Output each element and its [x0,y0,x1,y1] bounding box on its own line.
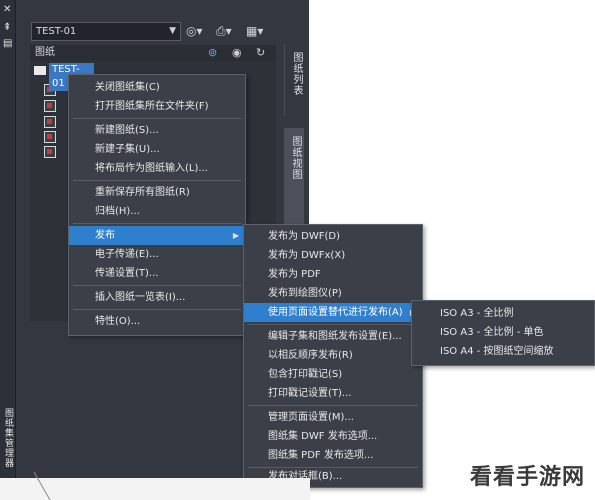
menu-item-publish-dwfx[interactable]: 发布为 DWFx(X) [244,246,422,265]
menu-item-plot-stamp-settings[interactable]: 打印戳记设置(T)... [244,384,422,403]
eye-icon[interactable]: ◉ [232,45,242,61]
menu-item-new-subset[interactable]: 新建子集(U)... [69,140,245,159]
menu-item-publish-override-label: 使用页面设置替代进行发布(A) [268,307,403,318]
tab-sheet-list[interactable]: 图纸列表 [284,44,304,116]
sheet-icon [44,131,56,143]
menu-item-archive[interactable]: 归档(H)... [69,202,245,221]
sheet-set-dropdown[interactable]: TEST-01 ▼ [31,22,181,41]
menu-item-iso-a3-full-mono[interactable]: ISO A3 - 全比例 - 单色 [412,323,594,342]
sheet-icon [44,146,56,158]
menu-item-close-sheet-set[interactable]: 关闭图纸集(C) [69,78,245,97]
submenu-arrow-icon: ▶ [232,231,239,240]
context-menu: 关闭图纸集(C) 打开图纸集所在文件夹(F) 新建图纸(S)... 新建子集(U… [68,74,246,336]
menu-item-insert-sheet-list[interactable]: 插入图纸一览表(I)... [69,288,245,307]
collapse-icon[interactable]: ⊚ [208,45,217,61]
palette-title: 图纸集管理器 [3,408,13,468]
sheets-header-label: 图纸 [35,47,55,58]
plot-icon[interactable]: ⎙▾ [216,22,232,40]
menu-item-publish-pdf[interactable]: 发布为 PDF [244,265,422,284]
menu-separator [248,324,418,325]
sheet-set-icon [34,66,46,75]
publish-icon[interactable]: ◎▾ [186,22,203,40]
watermark-text: 看看手游网 [470,465,586,490]
page-setup-override-submenu: ISO A3 - 全比例 ISO A3 - 全比例 - 单色 ISO A4 - … [411,300,595,366]
menu-item-iso-a4-scaled[interactable]: ISO A4 - 按图纸空间缩放 [412,342,594,361]
properties-icon[interactable]: ▤ [3,38,12,49]
sheet-icon [44,116,56,128]
chevron-down-icon: ▼ [169,26,176,36]
menu-item-dwf-publish-options[interactable]: 图纸集 DWF 发布选项... [244,427,422,446]
menu-separator [73,180,241,181]
publish-submenu: 发布为 DWF(D) 发布为 DWFx(X) 发布为 PDF 发布到绘图仪(P)… [243,224,423,488]
menu-item-import-layout[interactable]: 将布局作为图纸输入(L)... [69,159,245,178]
page-setup-icon[interactable]: ▦▾ [246,22,263,40]
menu-item-publish-plotter[interactable]: 发布到绘图仪(P) [244,284,422,303]
menu-item-new-sheet[interactable]: 新建图纸(S)... [69,121,245,140]
menu-item-publish-override[interactable]: 使用页面设置替代进行发布(A) ▶ [244,303,422,322]
menu-item-reverse-order[interactable]: 以相反顺序发布(R) [244,346,422,365]
menu-item-open-folder[interactable]: 打开图纸集所在文件夹(F) [69,97,245,116]
menu-item-include-plot-stamp[interactable]: 包含打印戳记(S) [244,365,422,384]
drawing-line [33,472,51,500]
menu-separator [73,223,241,224]
menu-item-publish-dwf[interactable]: 发布为 DWF(D) [244,227,422,246]
refresh-icon[interactable]: ↻ [256,45,265,61]
sheet-icon [44,100,56,112]
menu-item-etransmit[interactable]: 电子传递(E)... [69,245,245,264]
pin-icon[interactable]: ⇞ [3,22,11,33]
menu-item-manage-page-setups[interactable]: 管理页面设置(M)... [244,408,422,427]
menu-item-properties[interactable]: 特性(O)... [69,312,245,331]
menu-separator [73,118,241,119]
menu-item-publish[interactable]: 发布 ▶ [69,226,245,245]
menu-item-iso-a3-full[interactable]: ISO A3 - 全比例 [412,304,594,323]
menu-separator [248,405,418,406]
menu-item-pdf-publish-options[interactable]: 图纸集 PDF 发布选项... [244,446,422,465]
tab-sheet-views[interactable]: 图纸视图 [284,128,304,228]
close-icon[interactable]: ✕ [3,4,11,15]
menu-separator [73,309,241,310]
sheets-header: 图纸 ⊚ ◉ ↻ [30,45,276,61]
menu-item-edit-publish-settings[interactable]: 编辑子集和图纸发布设置(E)... [244,327,422,346]
menu-separator [73,285,241,286]
sheet-set-dropdown-value: TEST-01 [36,26,77,37]
menu-item-resave-sheets[interactable]: 重新保存所有图纸(R) [69,183,245,202]
menu-item-publish-label: 发布 [95,230,115,241]
menu-item-transmittal-setups[interactable]: 传递设置(T)... [69,264,245,283]
